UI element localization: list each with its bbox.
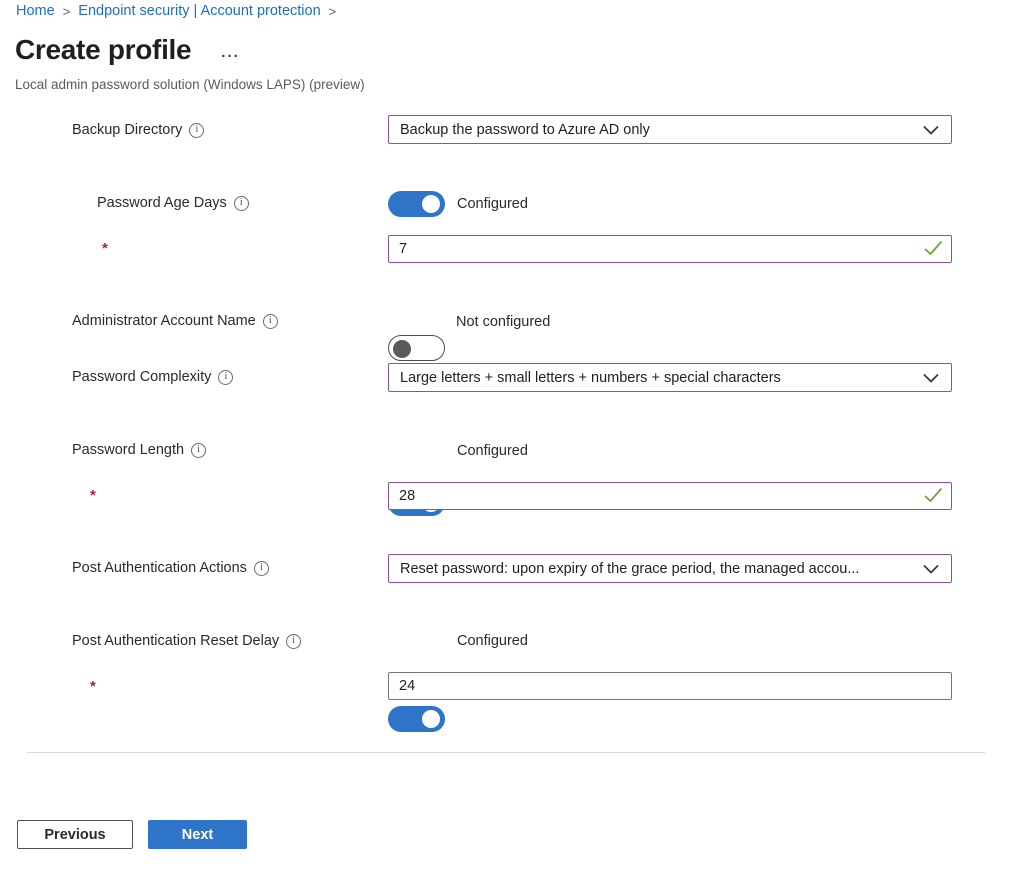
toggle-post-authentication-reset-delay[interactable]: [388, 706, 445, 732]
dropdown-selected-value: Backup the password to Azure AD only: [400, 122, 650, 138]
info-icon[interactable]: i: [263, 314, 278, 329]
toggle-knob: [393, 340, 411, 358]
info-icon[interactable]: i: [286, 634, 301, 649]
input-post-authentication-reset-delay[interactable]: [388, 672, 952, 700]
required-marker: *: [90, 678, 96, 695]
label-password-length: Password Length i: [72, 442, 206, 458]
input-wrap-password-age-days: [388, 235, 952, 263]
input-wrap-password-length: [388, 482, 952, 510]
field-label-text: Password Age Days: [97, 195, 227, 211]
input-password-length[interactable]: [388, 482, 952, 510]
breadcrumb: Home > Endpoint security | Account prote…: [16, 3, 344, 19]
dropdown-backup-directory[interactable]: Backup the password to Azure AD only: [388, 115, 952, 144]
dropdown-selected-value: Large letters + small letters + numbers …: [400, 370, 781, 386]
info-icon[interactable]: i: [254, 561, 269, 576]
chevron-down-icon: [923, 373, 939, 383]
info-icon[interactable]: i: [218, 370, 233, 385]
field-label-text: Password Length: [72, 442, 184, 458]
info-icon[interactable]: i: [234, 196, 249, 211]
required-marker: *: [90, 487, 96, 504]
section-divider: [27, 752, 985, 753]
field-label-text: Backup Directory: [72, 122, 182, 138]
input-wrap-post-authentication-reset-delay: [388, 672, 952, 700]
breadcrumb-link-home[interactable]: Home: [16, 3, 55, 19]
breadcrumb-separator: >: [63, 4, 71, 19]
toggle-knob: [422, 710, 440, 728]
more-options-icon[interactable]: ...: [221, 44, 240, 61]
required-marker: *: [102, 240, 108, 257]
toggle-state-label: Configured: [457, 196, 528, 212]
field-label-text: Administrator Account Name: [72, 313, 256, 329]
chevron-down-icon: [923, 564, 939, 574]
label-administrator-account-name: Administrator Account Name i: [72, 313, 278, 329]
toggle-administrator-account-name[interactable]: [388, 335, 445, 361]
dropdown-selected-value: Reset password: upon expiry of the grace…: [400, 561, 859, 577]
page-subtitle: Local admin password solution (Windows L…: [15, 77, 365, 92]
label-password-complexity: Password Complexity i: [72, 369, 233, 385]
label-post-authentication-reset-delay: Post Authentication Reset Delay i: [72, 633, 301, 649]
next-button[interactable]: Next: [148, 820, 247, 849]
info-icon[interactable]: i: [191, 443, 206, 458]
label-post-authentication-actions: Post Authentication Actions i: [72, 560, 269, 576]
info-icon[interactable]: i: [189, 123, 204, 138]
breadcrumb-separator: >: [329, 4, 337, 19]
input-password-age-days[interactable]: [388, 235, 952, 263]
toggle-knob: [422, 195, 440, 213]
page-title: Create profile: [15, 34, 191, 66]
label-password-age-days: Password Age Days i: [97, 195, 249, 211]
field-label-text: Post Authentication Actions: [72, 560, 247, 576]
field-label-text: Post Authentication Reset Delay: [72, 633, 279, 649]
toggle-state-label: Not configured: [456, 314, 550, 330]
previous-button[interactable]: Previous: [17, 820, 133, 849]
toggle-password-age-days[interactable]: [388, 191, 445, 217]
field-label-text: Password Complexity: [72, 369, 211, 385]
page-title-row: Create profile ...: [15, 34, 240, 66]
toggle-state-label: Configured: [457, 443, 528, 459]
toggle-state-label: Configured: [457, 633, 528, 649]
chevron-down-icon: [923, 125, 939, 135]
label-backup-directory: Backup Directory i: [72, 122, 204, 138]
dropdown-post-authentication-actions[interactable]: Reset password: upon expiry of the grace…: [388, 554, 952, 583]
dropdown-password-complexity[interactable]: Large letters + small letters + numbers …: [388, 363, 952, 392]
breadcrumb-link-account-protection[interactable]: Endpoint security | Account protection: [78, 3, 320, 19]
